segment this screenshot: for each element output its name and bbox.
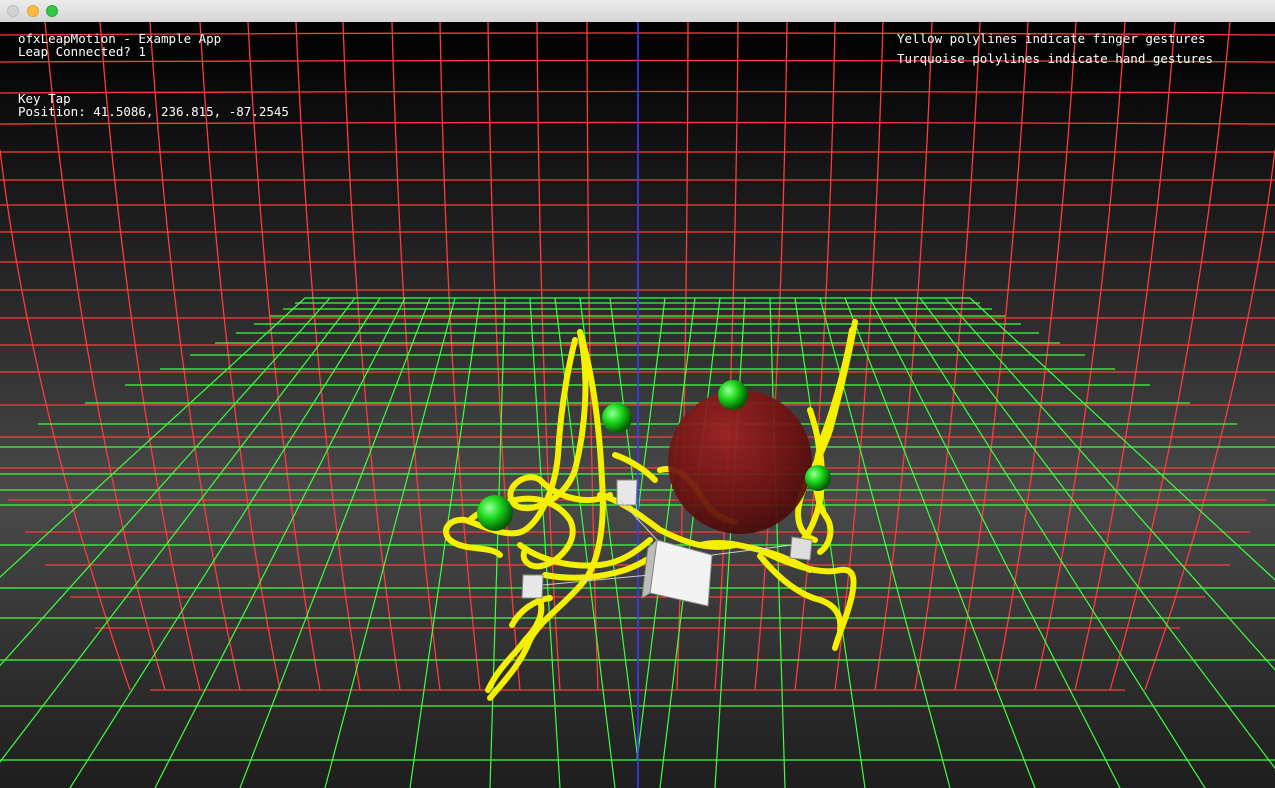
hand-gesture-legend: Turquoise polylines indicate hand gestur… (897, 51, 1214, 66)
leap-scene (0, 22, 1275, 788)
close-window-button[interactable] (7, 5, 19, 17)
maximize-window-button[interactable] (46, 5, 58, 17)
window-titlebar[interactable] (0, 0, 1275, 23)
leap-connected-label: Leap Connected? 1 (18, 44, 146, 59)
minimize-window-button[interactable] (27, 5, 39, 17)
finger-gesture-legend: Yellow polylines indicate finger gesture… (897, 31, 1206, 46)
3d-viewport[interactable]: ofxLeapMotion - Example App Leap Connect… (0, 22, 1275, 788)
palm-sphere (668, 390, 812, 534)
gesture-position-label: Position: 41.5086, 236.815, -87.2545 (18, 104, 289, 119)
